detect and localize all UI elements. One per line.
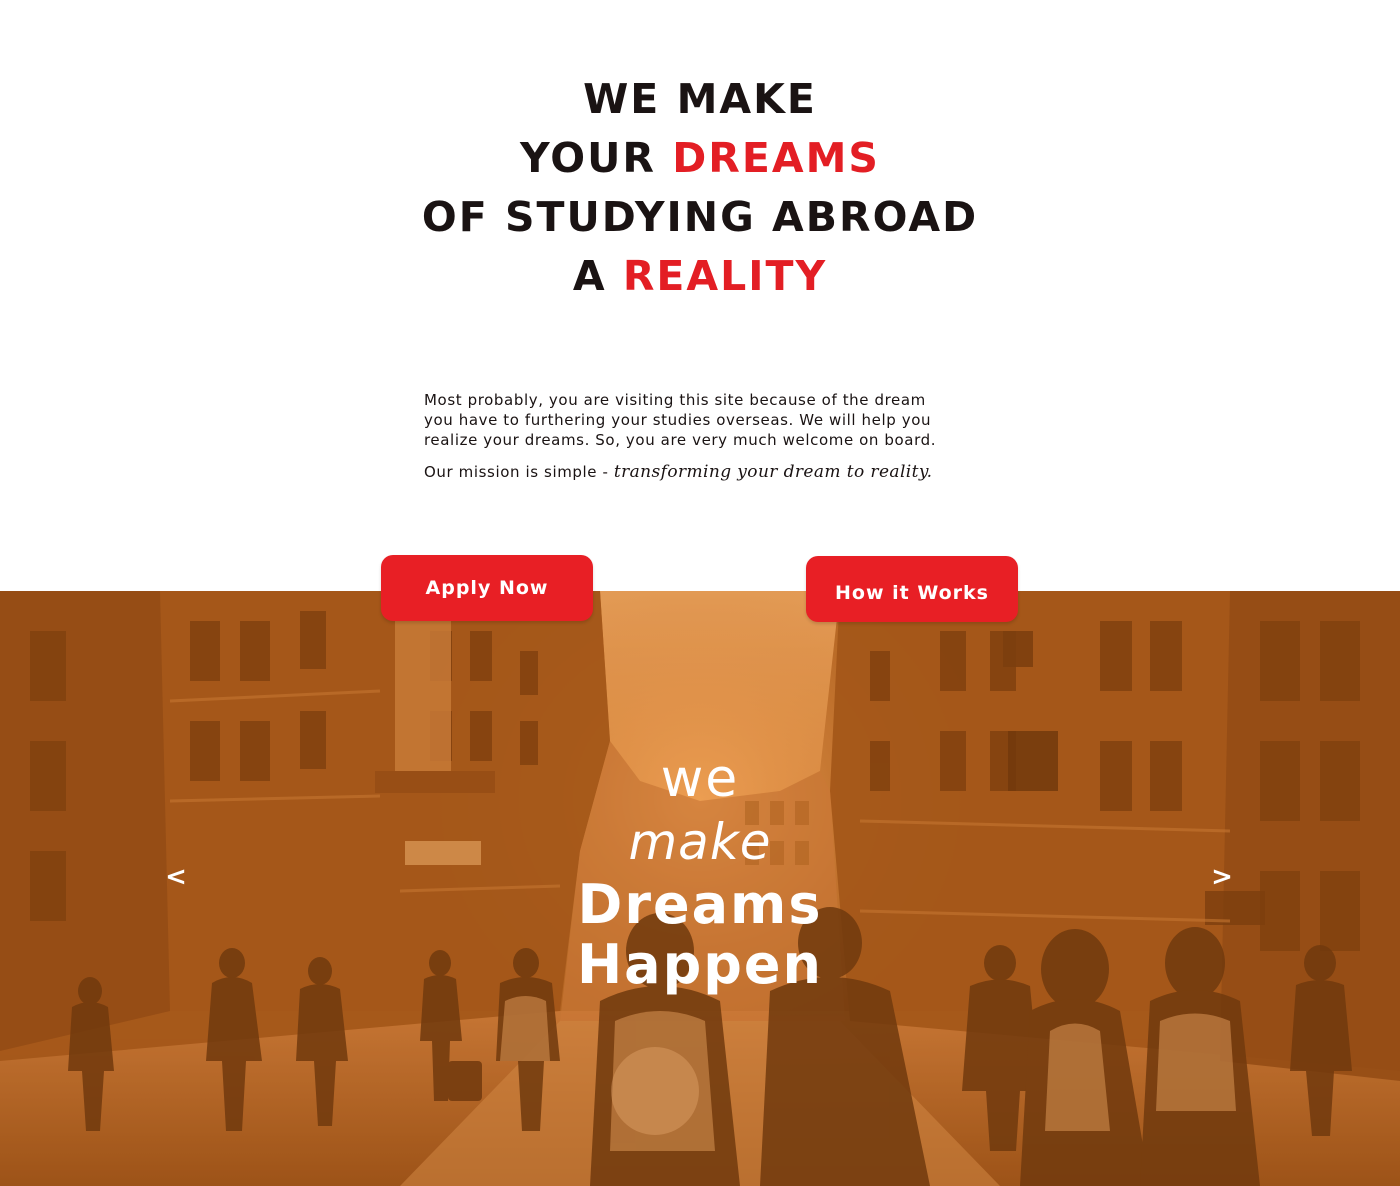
headline-line-4-prefix: A	[572, 252, 623, 300]
landing-page: WE MAKE YOUR DREAMS OF STUDYING ABROAD A…	[0, 0, 1400, 1186]
headline-line-4: A REALITY	[0, 247, 1400, 306]
banner-tagline-we: we	[660, 749, 740, 809]
carousel-next-button[interactable]: >	[1202, 857, 1242, 897]
banner-tagline-happen: Happen	[576, 933, 823, 996]
headline-dreams-highlight: DREAMS	[672, 134, 880, 182]
intro-paragraph: Most probably, you are visiting this sit…	[424, 390, 984, 450]
how-it-works-button[interactable]: How it Works	[806, 556, 1018, 622]
intro-text: Most probably, you are visiting this sit…	[424, 390, 984, 482]
hero-banner-carousel: we make Dreams Happen < >	[0, 591, 1400, 1186]
intro-line-3: realize your dreams. So, you are very mu…	[424, 431, 937, 449]
mission-emphasis: transforming your dream to reality.	[613, 462, 933, 482]
headline-line-2-prefix: YOUR	[520, 134, 673, 182]
mission-prefix: Our mission is simple -	[424, 463, 614, 481]
hero-headline: WE MAKE YOUR DREAMS OF STUDYING ABROAD A…	[0, 70, 1400, 306]
intro-line-1: Most probably, you are visiting this sit…	[424, 391, 926, 409]
apply-now-button[interactable]: Apply Now	[381, 555, 593, 621]
headline-line-3: OF STUDYING ABROAD	[421, 193, 979, 241]
chevron-right-icon: >	[1211, 862, 1233, 892]
banner-tagline-dreams: Dreams	[577, 873, 823, 936]
banner-tagline-make: make	[628, 813, 772, 871]
chevron-left-icon: <	[165, 862, 187, 892]
headline-reality-highlight: REALITY	[622, 252, 828, 300]
headline-line-2: YOUR DREAMS	[0, 129, 1400, 188]
carousel-prev-button[interactable]: <	[156, 857, 196, 897]
intro-line-2: you have to furthering your studies over…	[424, 411, 932, 429]
headline-line-1: WE MAKE	[583, 75, 817, 123]
mission-statement: Our mission is simple - transforming you…	[424, 462, 984, 482]
